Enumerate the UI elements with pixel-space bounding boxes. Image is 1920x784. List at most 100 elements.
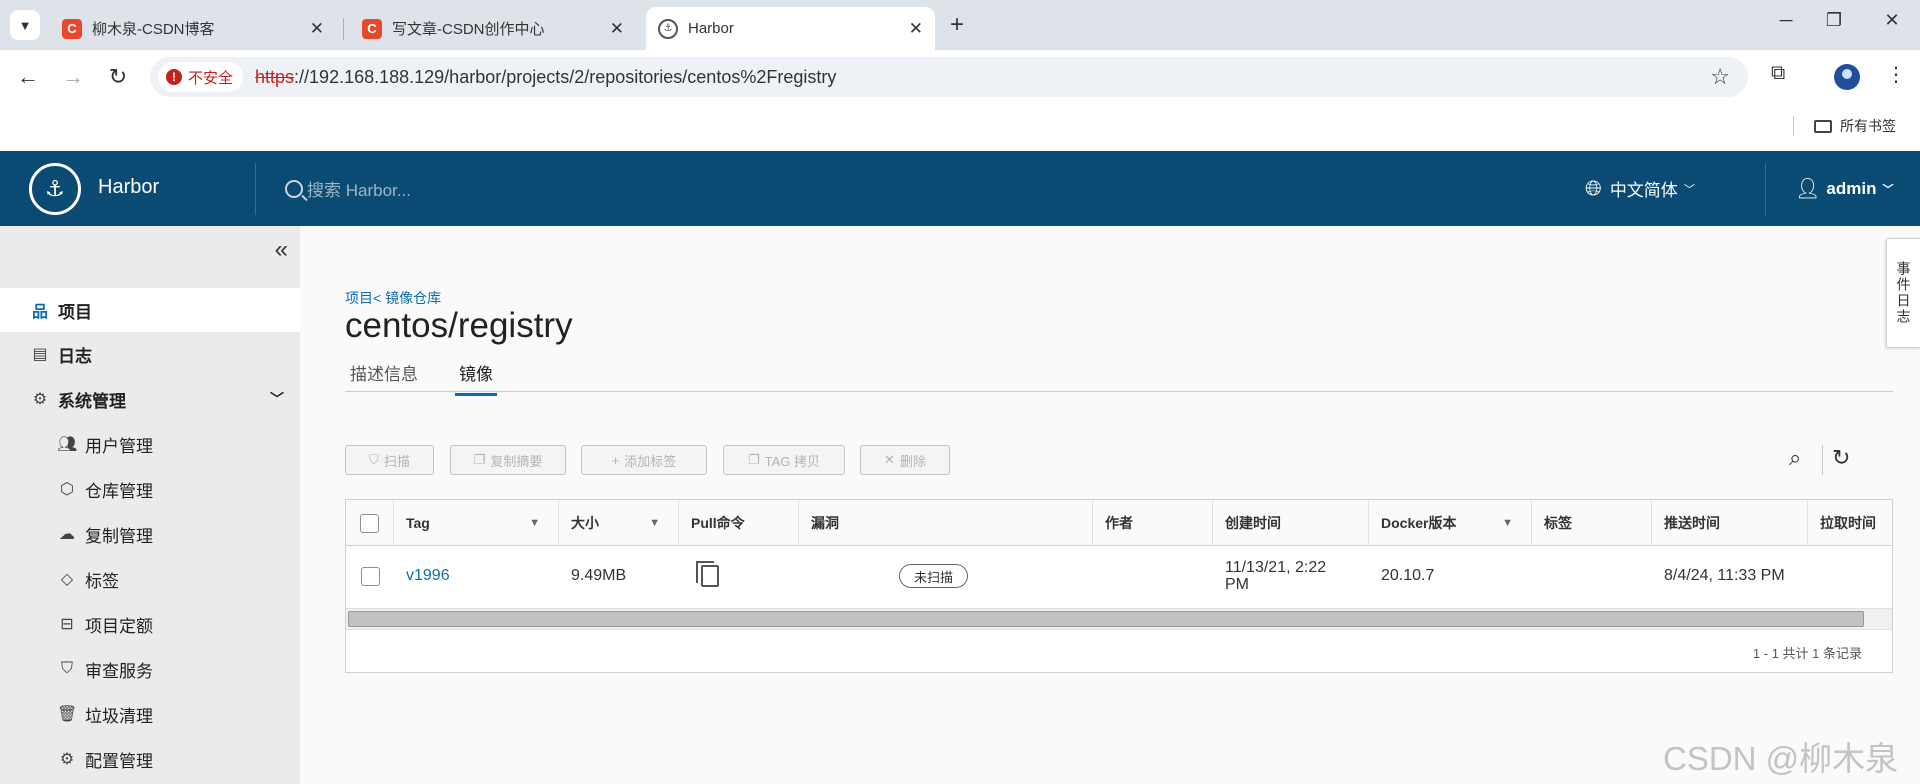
refresh-icon[interactable]: ↻	[1832, 445, 1850, 471]
harbor-logo-icon[interactable]: ⚓	[29, 163, 81, 215]
event-log-button[interactable]: 事件日志	[1886, 238, 1920, 348]
extensions-icon[interactable]: ⧉	[1771, 62, 1785, 85]
filter-icon[interactable]: ▼	[1502, 517, 1513, 529]
bookmark-star-icon[interactable]: ☆	[1710, 64, 1730, 90]
minimize-icon[interactable]: ─	[1766, 10, 1806, 31]
column-size[interactable]: 大小 ▼	[559, 500, 679, 546]
column-labels: 标签	[1532, 500, 1652, 546]
horizontal-scrollbar[interactable]	[346, 608, 1892, 630]
delete-label: 删除	[899, 453, 926, 469]
labels-cell	[1532, 546, 1652, 606]
created-cell: 11/13/21, 2:22 PM	[1225, 559, 1327, 593]
column-vulnerabilities: 漏洞	[799, 500, 1093, 546]
column-label: Tag	[406, 515, 430, 531]
search-icon[interactable]: ⌕	[1789, 445, 1801, 471]
logs-icon: ▤	[32, 346, 48, 363]
copy-icon[interactable]	[696, 561, 719, 587]
search-input[interactable]: 搜索 Harbor...	[307, 176, 411, 201]
row-checkbox[interactable]	[360, 566, 380, 586]
sidebar-item-labels[interactable]: ◇ 标签	[0, 557, 300, 601]
plus-icon: +	[611, 452, 620, 468]
filter-icon[interactable]: ▼	[649, 517, 660, 529]
close-icon[interactable]: ✕	[310, 19, 324, 39]
breadcrumb[interactable]: 项目< 镜像仓库	[345, 288, 441, 308]
sidebar-item-gc[interactable]: 🗑︎ 垃圾清理	[0, 692, 300, 736]
column-author: 作者	[1093, 500, 1213, 546]
collapse-sidebar-icon[interactable]: «	[275, 236, 288, 264]
copy-digest-button[interactable]: ❐ 复制摘要	[450, 445, 566, 475]
admin-icon: ⚙	[32, 391, 48, 408]
window-close-icon[interactable]: ✕	[1872, 10, 1912, 31]
sidebar-item-label: 标签	[85, 571, 119, 591]
new-tab-button[interactable]: +	[950, 11, 964, 39]
chevron-down-icon: ▼	[18, 17, 32, 33]
chevron-down-icon[interactable]: ﹀	[270, 389, 284, 409]
sidebar-item-interrogation[interactable]: ⛉ 审查服务	[0, 647, 300, 691]
column-pull-command: Pull命令	[679, 500, 799, 546]
sidebar-item-quotas[interactable]: ⊟ 项目定额	[0, 602, 300, 646]
sidebar-item-projects[interactable]: 品 项目	[0, 288, 300, 332]
header-divider	[255, 163, 256, 215]
chevron-down-icon: ﹀	[1683, 183, 1695, 196]
tag-icon: ◇	[60, 571, 74, 588]
sidebar-item-configuration[interactable]: ⚙ 配置管理	[0, 737, 300, 781]
tag-link[interactable]: v1996	[394, 546, 559, 606]
scrollbar-thumb[interactable]	[348, 611, 1864, 627]
column-label: 标签	[1544, 515, 1572, 531]
all-bookmarks-button[interactable]: 所有书签	[1814, 116, 1896, 136]
tab-artifacts[interactable]: 镜像	[455, 360, 497, 396]
table-row[interactable]: v1996 9.49MB 未扫描 11/13/21, 2:22 PM 20.10…	[346, 546, 1892, 606]
url-text[interactable]: https://192.168.188.129/harbor/projects/…	[255, 67, 836, 88]
author-cell	[1093, 546, 1213, 606]
profile-avatar[interactable]	[1834, 64, 1860, 90]
users-icon: 👥︎	[57, 436, 78, 453]
scan-button[interactable]: ⛉ 扫描	[345, 445, 434, 475]
reload-icon[interactable]: ↻	[104, 64, 132, 90]
sidebar-item-administration[interactable]: ⚙ 系统管理 ﹀	[0, 377, 300, 421]
close-icon[interactable]: ✕	[610, 19, 624, 39]
sidebar-item-replications[interactable]: ☁︎ 复制管理	[0, 512, 300, 556]
column-label: 大小	[571, 515, 599, 531]
browser-tab-harbor[interactable]: ⚓ Harbor ✕	[646, 7, 935, 50]
sidebar-item-users[interactable]: 👥︎ 用户管理	[0, 422, 300, 466]
sidebar-item-registries[interactable]: ⬡ 仓库管理	[0, 467, 300, 511]
column-docker-version[interactable]: Docker版本 ▼	[1369, 500, 1532, 546]
tab-title: 写文章-CSDN创作中心	[392, 21, 545, 38]
security-chip[interactable]: ! 不安全	[158, 62, 244, 92]
forward-icon[interactable]: →	[59, 64, 87, 90]
browser-toolbar: ← → ↻ ! 不安全 https://192.168.188.129/harb…	[0, 50, 1920, 102]
tag-copy-button[interactable]: ❐ TAG 拷贝	[723, 445, 845, 475]
app-name[interactable]: Harbor	[98, 176, 159, 199]
browser-tab-csdn-blog[interactable]: C 柳木泉-CSDN博客 ✕	[50, 7, 336, 50]
language-selector[interactable]: 🌐︎ 中文简体 ﹀	[1585, 176, 1695, 201]
select-all-checkbox[interactable]	[360, 513, 379, 533]
csdn-favicon-icon: C	[362, 18, 382, 39]
restore-icon[interactable]: ❐	[1814, 10, 1854, 31]
size-cell: 9.49MB	[571, 567, 627, 584]
sidebar-item-label: 项目定额	[85, 616, 153, 636]
harbor-favicon-icon: ⚓	[658, 18, 678, 39]
browser-tab-csdn-editor[interactable]: C 写文章-CSDN创作中心 ✕	[350, 7, 636, 50]
more-menu-icon[interactable]: ⋮	[1886, 62, 1906, 87]
url-path: ://192.168.188.129/harbor/projects/2/rep…	[294, 66, 837, 87]
delete-button[interactable]: ✕ 删除	[860, 445, 950, 475]
global-search[interactable]: 搜索 Harbor...	[285, 176, 411, 201]
address-bar[interactable]: ! 不安全 https://192.168.188.129/harbor/pro…	[150, 57, 1748, 97]
sidebar-item-label: 仓库管理	[85, 481, 153, 501]
toolbar-divider	[1822, 445, 1823, 475]
column-tag[interactable]: Tag ▼	[394, 500, 559, 546]
close-icon[interactable]: ✕	[909, 19, 923, 39]
copy-digest-label: 复制摘要	[490, 453, 543, 469]
tab-info[interactable]: 描述信息	[350, 360, 418, 393]
back-icon[interactable]: ←	[14, 64, 42, 90]
bookmarks-divider	[1793, 116, 1794, 136]
globe-icon: 🌐︎	[1585, 176, 1602, 200]
projects-icon: 品	[31, 304, 48, 321]
user-menu[interactable]: 👤︎ admin ﹀	[1795, 176, 1893, 201]
tab-search-button[interactable]: ▼	[10, 10, 40, 40]
add-label-button[interactable]: + 添加标签	[581, 445, 707, 475]
filter-icon[interactable]: ▼	[529, 517, 540, 529]
column-label: 推送时间	[1664, 515, 1720, 531]
sidebar-item-logs[interactable]: ▤ 日志	[0, 332, 300, 376]
csdn-watermark: CSDN @柳木泉	[1663, 740, 1899, 777]
